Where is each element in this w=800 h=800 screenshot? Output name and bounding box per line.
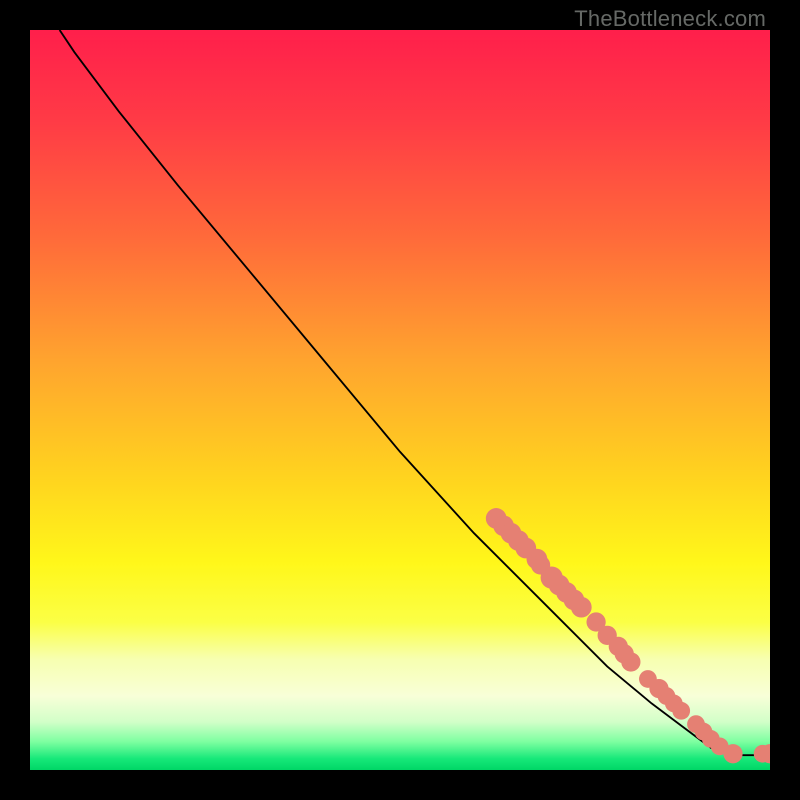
data-marker [723, 744, 742, 763]
curve-layer [30, 30, 770, 770]
data-marker [672, 702, 690, 720]
data-markers [486, 508, 770, 763]
data-marker [571, 597, 592, 618]
plot-area [30, 30, 770, 770]
data-marker [621, 652, 640, 671]
chart-stage: TheBottleneck.com [0, 0, 800, 800]
data-curve [60, 30, 770, 755]
watermark-text: TheBottleneck.com [574, 6, 766, 32]
